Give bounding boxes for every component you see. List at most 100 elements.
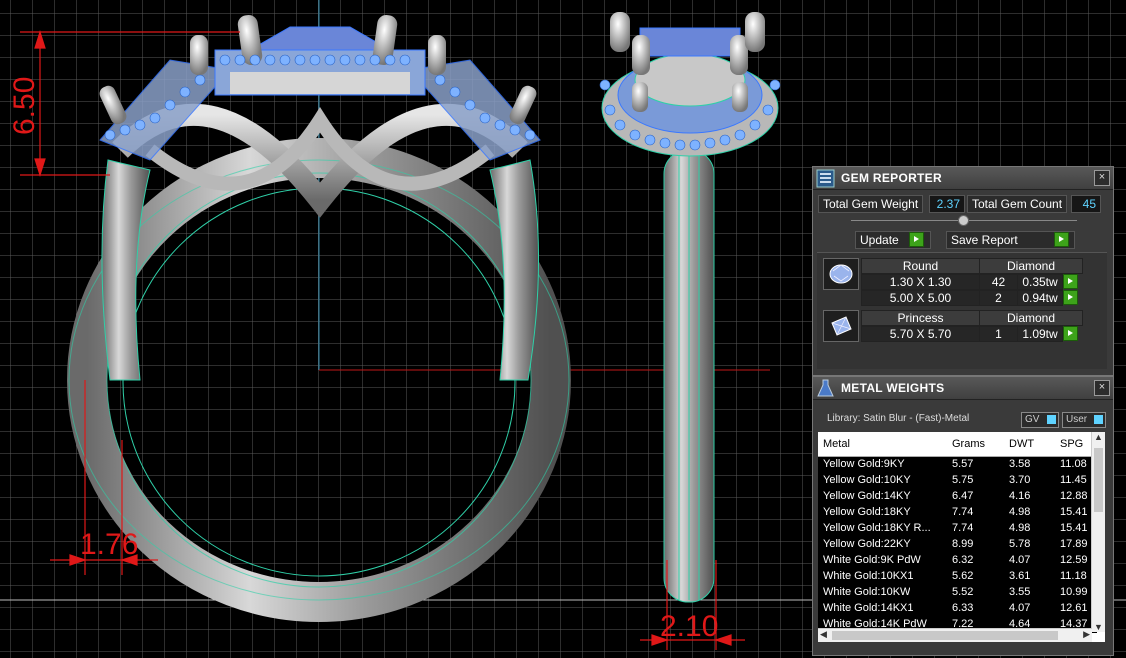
cell-spg: 12.88 [1060, 490, 1088, 502]
table-row[interactable]: White Gold:10KW 5.52 3.55 10.99 [818, 585, 1097, 601]
cell-metal: Yellow Gold:14KY [823, 490, 911, 502]
gv-toggle[interactable]: GV [1021, 412, 1059, 428]
scroll-right-icon[interactable]: ▶ [1083, 629, 1090, 640]
column-metal[interactable]: Metal [823, 438, 850, 450]
user-toggle-indicator-icon [1094, 415, 1103, 424]
cell-grams: 6.32 [952, 554, 974, 566]
horizontal-scrollbar[interactable]: ◀ ▶ [818, 628, 1092, 642]
gem-row-go-icon[interactable] [1063, 326, 1078, 341]
cell-dwt: 4.98 [1009, 506, 1031, 518]
cell-metal: White Gold:14KX1 [823, 602, 914, 614]
metal-weights-table[interactable]: Metal Grams DWT SPG Yellow Gold:9KY 5.57 3… [818, 432, 1105, 642]
cell-dwt: 4.16 [1009, 490, 1031, 502]
cell-grams: 5.52 [952, 586, 974, 598]
total-gem-weight-label: Total Gem Weight [818, 195, 924, 213]
gem-weight: 0.35tw [1017, 274, 1063, 290]
cell-metal: Yellow Gold:22KY [823, 538, 911, 550]
cell-spg: 12.61 [1060, 602, 1088, 614]
cell-grams: 6.33 [952, 602, 974, 614]
table-row[interactable]: Yellow Gold:14KY 6.47 4.16 12.88 [818, 489, 1097, 505]
gem-report-icon [816, 169, 835, 188]
cell-dwt: 3.55 [1009, 586, 1031, 598]
cell-dwt: 3.58 [1009, 458, 1031, 470]
save-report-button-label: Save Report [951, 233, 1018, 247]
gem-reporter-title: GEM REPORTER [841, 171, 942, 185]
cell-dwt: 4.98 [1009, 522, 1031, 534]
cell-grams: 7.74 [952, 506, 974, 518]
gv-toggle-indicator-icon [1047, 415, 1056, 424]
gem-reporter-panel: GEM REPORTER × Total Gem Weight 2.37 Tot… [812, 166, 1114, 376]
table-row[interactable]: White Gold:9K PdW 6.32 4.07 12.59 [818, 553, 1097, 569]
cell-spg: 17.89 [1060, 538, 1088, 550]
cell-metal: Yellow Gold:10KY [823, 474, 911, 486]
vertical-scrollbar[interactable]: ▲ ▼ [1091, 432, 1105, 632]
hscrollbar-thumb[interactable] [832, 631, 1058, 640]
cell-grams: 5.62 [952, 570, 974, 582]
cell-grams: 5.57 [952, 458, 974, 470]
table-row[interactable]: Yellow Gold:9KY 5.57 3.58 11.08 [818, 457, 1097, 473]
scroll-down-icon[interactable]: ▼ [1094, 622, 1103, 632]
cell-spg: 15.41 [1060, 522, 1088, 534]
gem-row-go-icon[interactable] [1063, 290, 1078, 305]
gem-size: 5.00 X 5.00 [861, 290, 980, 306]
column-spg[interactable]: SPG [1060, 438, 1083, 450]
cell-spg: 12.59 [1060, 554, 1088, 566]
cell-spg: 11.18 [1060, 570, 1087, 582]
gem-shape: Round [861, 258, 980, 274]
gem-count: 2 [979, 290, 1018, 306]
cell-spg: 15.41 [1060, 506, 1088, 518]
cell-metal: White Gold:10KX1 [823, 570, 914, 582]
cell-grams: 5.75 [952, 474, 974, 486]
metal-weights-titlebar[interactable]: METAL WEIGHTS × [813, 377, 1113, 400]
metal-weights-header: Metal Grams DWT SPG [818, 432, 1097, 457]
cell-grams: 7.74 [952, 522, 974, 534]
save-report-go-icon[interactable] [1054, 232, 1069, 247]
princess-gem-icon[interactable] [823, 310, 859, 342]
column-dwt[interactable]: DWT [1009, 438, 1034, 450]
shank-dimension-label: 1.76 [80, 528, 139, 561]
metal-weights-close-button[interactable]: × [1094, 380, 1110, 396]
gem-weight: 1.09tw [1017, 326, 1063, 342]
table-row[interactable]: White Gold:14KX1 6.33 4.07 12.61 [818, 601, 1097, 617]
table-row[interactable]: White Gold:10KX1 5.62 3.61 11.18 [818, 569, 1097, 585]
table-row[interactable]: Yellow Gold:22KY 8.99 5.78 17.89 [818, 537, 1097, 553]
user-toggle[interactable]: User [1062, 412, 1106, 428]
column-grams[interactable]: Grams [952, 438, 985, 450]
table-row[interactable]: Yellow Gold:18KY R... 7.74 4.98 15.41 [818, 521, 1097, 537]
scroll-left-icon[interactable]: ◀ [820, 629, 827, 640]
total-gem-count-label: Total Gem Count [967, 195, 1068, 213]
cell-grams: 6.47 [952, 490, 974, 502]
metal-flask-icon [817, 379, 834, 397]
cell-grams: 8.99 [952, 538, 974, 550]
side-dimension-label: 2.10 [660, 610, 719, 643]
splitter-handle-icon[interactable] [958, 215, 969, 226]
gem-material: Diamond [979, 258, 1083, 274]
scrollbar-thumb[interactable] [1094, 448, 1103, 512]
total-gem-count-value: 45 [1071, 195, 1101, 213]
gv-label: GV [1025, 414, 1040, 425]
scroll-up-icon[interactable]: ▲ [1094, 432, 1103, 442]
cell-metal: White Gold:10KW [823, 586, 911, 598]
cell-metal: Yellow Gold:9KY [823, 458, 905, 470]
user-label: User [1066, 414, 1088, 425]
gem-shape: Princess [861, 310, 980, 326]
gem-list: Round Diamond 1.30 X 1.30 42 0.35tw 5.00… [817, 252, 1107, 369]
gem-row-go-icon[interactable] [1063, 274, 1078, 289]
metal-weights-title: METAL WEIGHTS [841, 381, 945, 395]
cell-dwt: 4.07 [1009, 554, 1031, 566]
library-label: Library: Satin Blur - (Fast)-Metal [827, 413, 970, 424]
gem-size: 5.70 X 5.70 [861, 326, 980, 342]
gem-count: 42 [979, 274, 1018, 290]
cell-dwt: 4.07 [1009, 602, 1031, 614]
table-row[interactable]: Yellow Gold:18KY 7.74 4.98 15.41 [818, 505, 1097, 521]
cell-spg: 10.99 [1060, 586, 1088, 598]
gem-reporter-close-button[interactable]: × [1094, 170, 1110, 186]
cell-dwt: 3.70 [1009, 474, 1031, 486]
cell-spg: 11.45 [1060, 474, 1087, 486]
update-go-icon[interactable] [909, 232, 924, 247]
table-row[interactable]: Yellow Gold:10KY 5.75 3.70 11.45 [818, 473, 1097, 489]
cell-metal: Yellow Gold:18KY R... [823, 522, 931, 534]
gem-reporter-titlebar[interactable]: GEM REPORTER × [813, 167, 1113, 190]
round-gem-icon[interactable] [823, 258, 859, 290]
update-button-label: Update [860, 233, 899, 247]
